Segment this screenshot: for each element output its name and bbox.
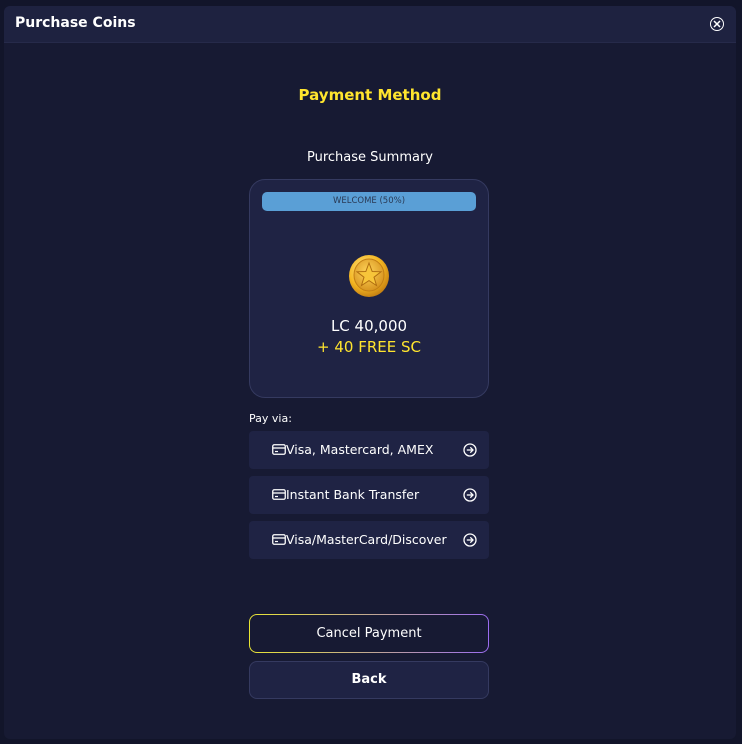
pay-option-visa-mastercard-discover[interactable]: Visa/MasterCard/Discover bbox=[249, 521, 489, 559]
pay-option-label: Visa/MasterCard/Discover bbox=[286, 532, 447, 547]
pay-option-label: Instant Bank Transfer bbox=[286, 487, 420, 502]
page-heading: Payment Method bbox=[298, 86, 442, 104]
coin-icon bbox=[349, 255, 389, 297]
promo-badge: WELCOME (50%) bbox=[262, 192, 476, 211]
pay-option-instant-bank-transfer[interactable]: Instant Bank Transfer bbox=[249, 476, 489, 514]
back-button[interactable]: Back bbox=[249, 661, 489, 699]
cancel-payment-button[interactable]: Cancel Payment bbox=[249, 614, 489, 653]
modal-header: Purchase Coins bbox=[4, 6, 736, 43]
close-button[interactable] bbox=[710, 17, 724, 31]
bonus-amount: + 40 FREE SC bbox=[317, 338, 421, 356]
modal-title: Purchase Coins bbox=[15, 15, 136, 31]
close-icon bbox=[713, 20, 721, 28]
credit-card-icon bbox=[272, 534, 286, 545]
purchase-coins-modal: Purchase Coins Payment Method Purchase S… bbox=[4, 6, 736, 739]
arrow-right-circle-icon bbox=[463, 443, 477, 457]
credit-card-icon bbox=[272, 444, 286, 455]
arrow-right-circle-icon bbox=[463, 488, 477, 502]
summary-label: Purchase Summary bbox=[307, 150, 433, 165]
pay-option-label: Visa, Mastercard, AMEX bbox=[286, 442, 434, 457]
pay-option-visa-mastercard-amex[interactable]: Visa, Mastercard, AMEX bbox=[249, 431, 489, 469]
credit-card-icon bbox=[272, 489, 286, 500]
cancel-payment-label: Cancel Payment bbox=[250, 615, 488, 652]
purchase-summary-card: WELCOME (50%) LC 40,000 + 40 FREE SC bbox=[249, 179, 489, 398]
pay-via-label: Pay via: bbox=[249, 412, 292, 425]
coin-amount: LC 40,000 bbox=[330, 317, 408, 335]
arrow-right-circle-icon bbox=[463, 533, 477, 547]
